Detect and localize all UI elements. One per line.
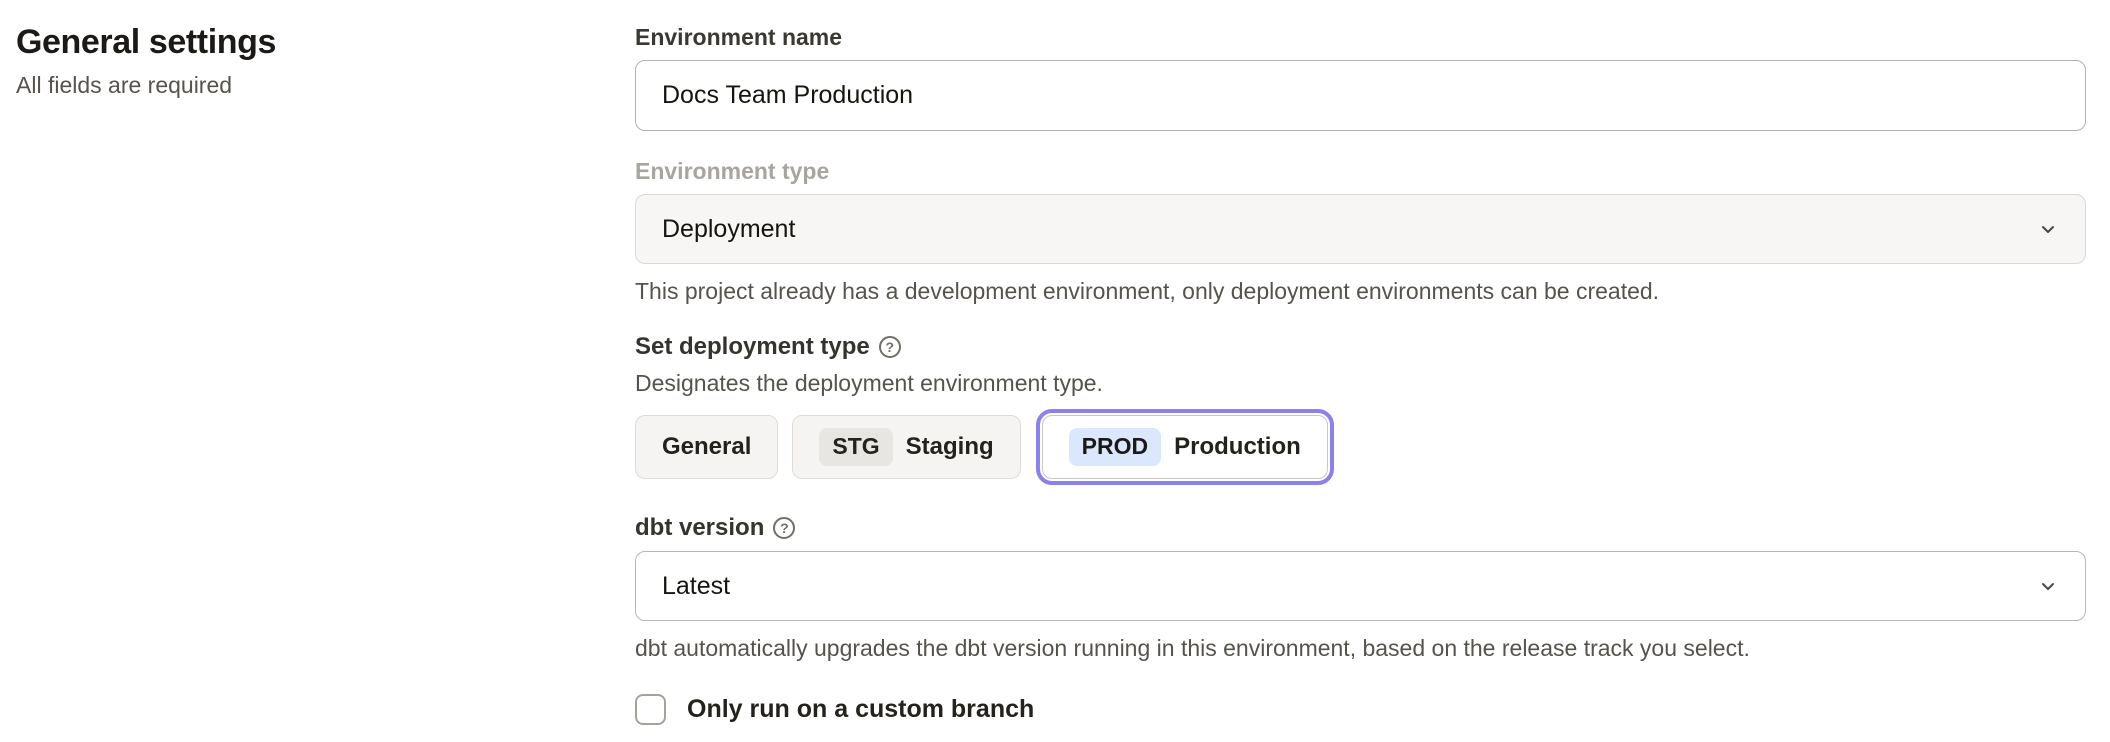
dbt-version-select[interactable]: Latest (635, 551, 2086, 621)
environment-type-value: Deployment (662, 215, 795, 244)
deployment-type-options: General STG Staging PROD Production (635, 411, 2086, 483)
page-subtitle: All fields are required (16, 70, 621, 100)
environment-type-helper: This project already has a development e… (635, 276, 2086, 306)
production-badge: PROD (1069, 428, 1161, 466)
dbt-version-label: dbt version (635, 513, 764, 543)
deployment-type-production-label: Production (1174, 433, 1301, 461)
deployment-type-staging-button[interactable]: STG Staging (792, 415, 1020, 479)
staging-badge: STG (819, 428, 892, 466)
deployment-type-general-button[interactable]: General (635, 415, 778, 479)
deployment-type-staging-label: Staging (906, 433, 994, 461)
chevron-down-icon (2037, 218, 2059, 240)
environment-type-label: Environment type (635, 156, 2086, 186)
deployment-type-general-label: General (662, 433, 751, 461)
environment-type-select: Deployment (635, 194, 2086, 264)
deployment-type-label: Set deployment type (635, 332, 870, 362)
chevron-down-icon (2037, 575, 2059, 597)
deployment-type-production-button[interactable]: PROD Production (1042, 415, 1328, 479)
help-icon[interactable]: ? (879, 336, 901, 358)
general-settings-page: General settings All fields are required… (0, 0, 2110, 742)
page-title: General settings (16, 20, 621, 64)
deployment-type-helper: Designates the deployment environment ty… (635, 368, 2086, 398)
environment-name-label: Environment name (635, 22, 2086, 52)
help-icon[interactable]: ? (773, 517, 795, 539)
settings-form: Environment name Environment type Deploy… (621, 0, 2110, 742)
custom-branch-checkbox[interactable] (635, 694, 666, 725)
custom-branch-label: Only run on a custom branch (687, 693, 1034, 725)
custom-branch-row: Only run on a custom branch (635, 693, 2086, 725)
settings-summary-column: General settings All fields are required (0, 0, 621, 742)
dbt-version-value: Latest (662, 572, 730, 601)
environment-name-input[interactable] (635, 60, 2086, 131)
dbt-version-helper: dbt automatically upgrades the dbt versi… (635, 633, 2086, 663)
